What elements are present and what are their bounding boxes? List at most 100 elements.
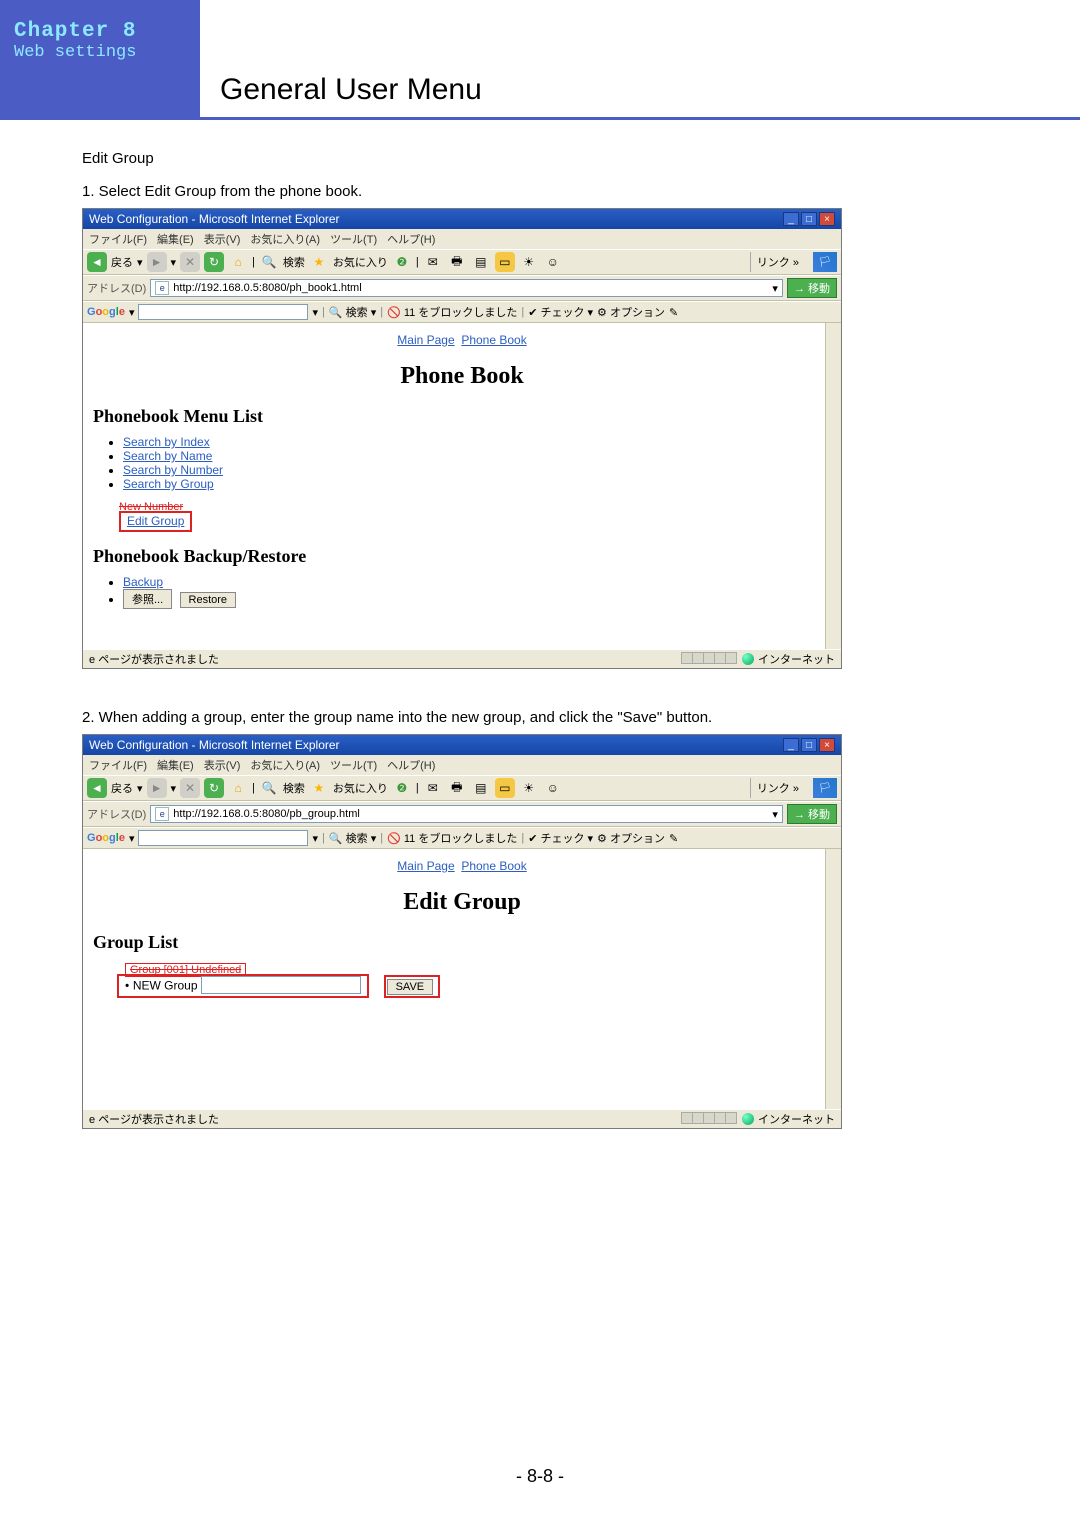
google-dropdown-icon[interactable]: ▾ — [129, 306, 135, 319]
google-search-dropdown-icon[interactable]: ▾ — [312, 306, 318, 319]
address-dropdown-icon[interactable]: ▾ — [772, 808, 778, 821]
google-blocked-label[interactable]: 🚫 11 をブロックしました — [387, 304, 517, 320]
favorites-icon[interactable]: ★ — [309, 778, 329, 798]
search-label[interactable]: 検索 — [283, 780, 305, 796]
google-dropdown-icon[interactable]: ▾ — [129, 832, 135, 845]
close-icon[interactable]: × — [819, 738, 835, 752]
google-logo[interactable]: Google — [87, 832, 125, 844]
messenger-icon[interactable]: ☺ — [543, 252, 563, 272]
window-titlebar: Web Configuration - Microsoft Internet E… — [83, 209, 841, 229]
vertical-scrollbar[interactable] — [825, 849, 841, 1109]
link-search-number[interactable]: Search by Number — [123, 463, 223, 477]
google-search-button[interactable]: 🔍 検索 ▾ — [329, 304, 376, 320]
print-icon[interactable]: 🖶 — [447, 778, 467, 798]
edit-icon[interactable]: ▤ — [471, 252, 491, 272]
crumb-main[interactable]: Main Page — [397, 859, 454, 873]
mail-icon[interactable]: ✉ — [423, 252, 443, 272]
search-icon[interactable]: 🔍 — [259, 778, 279, 798]
address-input[interactable]: e http://192.168.0.5:8080/pb_group.html … — [150, 805, 783, 823]
address-url: http://192.168.0.5:8080/pb_group.html — [173, 808, 360, 820]
minimize-icon[interactable]: _ — [783, 212, 799, 226]
refresh-icon[interactable]: ↻ — [204, 252, 224, 272]
menu-view[interactable]: 表示(V) — [204, 757, 241, 773]
address-dropdown-icon[interactable]: ▾ — [772, 282, 778, 295]
back-label[interactable]: 戻る — [111, 254, 133, 270]
save-button[interactable] — [387, 979, 434, 995]
menu-tool[interactable]: ツール(T) — [330, 757, 377, 773]
google-check-label[interactable]: ✔ チェック ▾ — [528, 304, 593, 320]
restore-button[interactable] — [180, 592, 237, 608]
google-blocked-label[interactable]: 🚫 11 をブロックしました — [387, 830, 517, 846]
google-check-label[interactable]: ✔ チェック ▾ — [528, 830, 593, 846]
search-icon[interactable]: 🔍 — [259, 252, 279, 272]
favorites-icon[interactable]: ★ — [309, 252, 329, 272]
menu-fav[interactable]: お気に入り(A) — [250, 231, 320, 247]
crumb-phonebook[interactable]: Phone Book — [461, 333, 526, 347]
google-search-dropdown-icon[interactable]: ▾ — [312, 832, 318, 845]
dropdown-icon[interactable]: ▾ — [137, 782, 143, 795]
edit-icon[interactable]: ▤ — [471, 778, 491, 798]
ie-logo-icon: 🏳 — [813, 778, 837, 798]
print-icon[interactable]: 🖶 — [447, 252, 467, 272]
menu-file[interactable]: ファイル(F) — [89, 757, 147, 773]
link-search-index[interactable]: Search by Index — [123, 435, 210, 449]
folder-icon[interactable]: ▭ — [495, 778, 515, 798]
dropdown-icon[interactable]: ▾ — [137, 256, 143, 269]
discuss-icon[interactable]: ☀ — [519, 252, 539, 272]
menu-help[interactable]: ヘルプ(H) — [387, 231, 435, 247]
home-icon[interactable]: ⌂ — [228, 778, 248, 798]
browse-button[interactable] — [123, 589, 172, 609]
google-search-input[interactable] — [138, 304, 308, 320]
folder-icon[interactable]: ▭ — [495, 252, 515, 272]
links-label[interactable]: リンク » — [750, 252, 805, 272]
toolbar: ◄ 戻る ▾ ► ▾ ✕ ↻ ⌂ | 🔍 検索 ★ お気に入り ❷ | ✉ 🖶 … — [83, 775, 841, 801]
link-backup[interactable]: Backup — [123, 575, 163, 589]
back-icon[interactable]: ◄ — [87, 252, 107, 272]
favorites-label[interactable]: お気に入り — [333, 780, 388, 796]
menu-view[interactable]: 表示(V) — [204, 231, 241, 247]
google-search-button[interactable]: 🔍 検索 ▾ — [329, 830, 376, 846]
maximize-icon[interactable]: □ — [801, 738, 817, 752]
link-search-name[interactable]: Search by Name — [123, 449, 212, 463]
home-icon[interactable]: ⌂ — [228, 252, 248, 272]
menu-help[interactable]: ヘルプ(H) — [387, 757, 435, 773]
google-extra-icon[interactable]: ✎ — [669, 306, 678, 319]
crumb-main[interactable]: Main Page — [397, 333, 454, 347]
google-logo[interactable]: Google — [87, 306, 125, 318]
refresh-icon[interactable]: ↻ — [204, 778, 224, 798]
history-icon[interactable]: ❷ — [392, 252, 412, 272]
vertical-scrollbar[interactable] — [825, 323, 841, 649]
menu-edit[interactable]: 編集(E) — [157, 231, 194, 247]
messenger-icon[interactable]: ☺ — [543, 778, 563, 798]
menu-edit[interactable]: 編集(E) — [157, 757, 194, 773]
link-edit-group[interactable]: Edit Group — [127, 514, 184, 528]
address-label: アドレス(D) — [87, 806, 146, 822]
links-label[interactable]: リンク » — [750, 778, 805, 798]
go-button[interactable]: → 移動 — [787, 278, 837, 298]
history-icon[interactable]: ❷ — [392, 778, 412, 798]
new-group-input[interactable] — [201, 976, 361, 994]
maximize-icon[interactable]: □ — [801, 212, 817, 226]
phone-book-heading: Phone Book — [93, 363, 831, 390]
search-label[interactable]: 検索 — [283, 254, 305, 270]
back-label[interactable]: 戻る — [111, 780, 133, 796]
stop-icon[interactable]: ✕ — [180, 778, 200, 798]
address-input[interactable]: e http://192.168.0.5:8080/ph_book1.html … — [150, 279, 783, 297]
crumb-phonebook[interactable]: Phone Book — [461, 859, 526, 873]
stop-icon[interactable]: ✕ — [180, 252, 200, 272]
back-icon[interactable]: ◄ — [87, 778, 107, 798]
google-extra-icon[interactable]: ✎ — [669, 832, 678, 845]
close-icon[interactable]: × — [819, 212, 835, 226]
go-button[interactable]: → 移動 — [787, 804, 837, 824]
favorites-label[interactable]: お気に入り — [333, 254, 388, 270]
google-options-label[interactable]: ⚙ オプション — [597, 304, 665, 320]
discuss-icon[interactable]: ☀ — [519, 778, 539, 798]
menu-tool[interactable]: ツール(T) — [330, 231, 377, 247]
menu-file[interactable]: ファイル(F) — [89, 231, 147, 247]
minimize-icon[interactable]: _ — [783, 738, 799, 752]
mail-icon[interactable]: ✉ — [423, 778, 443, 798]
menu-fav[interactable]: お気に入り(A) — [250, 757, 320, 773]
google-options-label[interactable]: ⚙ オプション — [597, 830, 665, 846]
google-search-input[interactable] — [138, 830, 308, 846]
link-search-group[interactable]: Search by Group — [123, 477, 214, 491]
